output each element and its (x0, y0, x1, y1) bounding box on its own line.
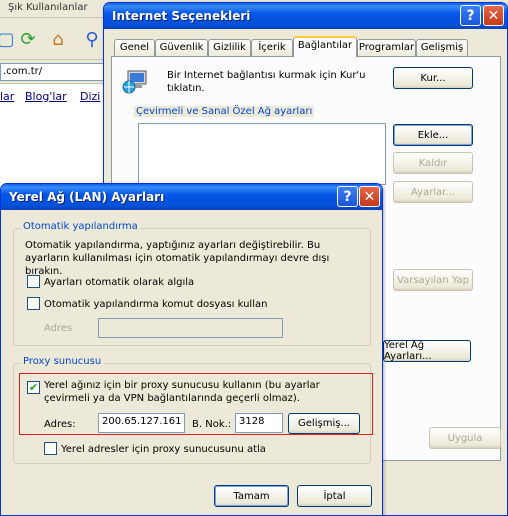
link-item[interactable]: lar (0, 90, 14, 103)
tab-general[interactable]: Genel (114, 39, 155, 57)
address-input[interactable]: .com.tr/ (0, 63, 104, 81)
tab-security[interactable]: Güvenlik (155, 39, 208, 57)
proxy-address-input[interactable]: 200.65.127.161 (98, 413, 185, 433)
help-icon[interactable]: ? (460, 5, 481, 26)
auto-config-description: Otomatik yapılandırma, yaptığınız ayarla… (25, 240, 330, 277)
script-address-input[interactable] (98, 318, 283, 338)
setup-button[interactable]: Kur... (393, 67, 473, 89)
computer-network-icon (122, 67, 150, 95)
cancel-button[interactable]: İptal (297, 485, 372, 507)
script-address-label: Adres (44, 323, 73, 334)
favorites-label[interactable]: Şık Kullanılanlar (8, 2, 88, 13)
use-proxy-label[interactable]: Yerel ağınız için bir proxy sunucusu kul… (44, 379, 364, 405)
auto-script-checkbox[interactable] (27, 297, 40, 310)
lan-settings-button[interactable]: Yerel Ağ Ayarları... (383, 340, 471, 362)
bypass-local-checkbox[interactable] (44, 442, 57, 455)
dialup-connections-list[interactable] (138, 123, 386, 185)
lan-titlebar: Yerel Ağ (LAN) Ayarları (1, 184, 382, 210)
ok-button[interactable]: Tamam (214, 485, 289, 507)
tab-programs[interactable]: Programlar (357, 39, 416, 57)
settings-button[interactable]: Ayarlar... (393, 181, 473, 203)
options-titlebar: Internet Seçenekleri (104, 3, 507, 29)
close-icon[interactable]: ✕ (483, 5, 504, 26)
proxy-address-label: Adres: (44, 419, 76, 430)
lan-settings-dialog: Yerel Ağ (LAN) Ayarları ? ✕ Otomatik yap… (0, 183, 383, 516)
add-button[interactable]: Ekle... (393, 124, 473, 146)
link-item[interactable]: Dizi (80, 90, 100, 103)
refresh-icon[interactable]: ⟳ (14, 25, 42, 53)
auto-detect-label[interactable]: Ayarları otomatik olarak algıla (44, 276, 194, 289)
close-icon[interactable]: ✕ (359, 186, 380, 207)
bypass-local-label[interactable]: Yerel adresler için proxy sunucusunu atl… (61, 443, 266, 456)
auto-script-label[interactable]: Otomatik yapılandırma komut dosyası kull… (44, 298, 267, 311)
auto-config-group-label: Otomatik yapılandırma (21, 221, 140, 232)
auto-detect-checkbox[interactable] (27, 275, 40, 288)
proxy-port-label: B. Nok.: (192, 419, 232, 430)
tab-privacy[interactable]: Gizlilik (208, 39, 251, 57)
use-proxy-checkbox[interactable]: ✔ (27, 381, 40, 394)
dialup-group-label: Çevirmeli ve Sanal Özel Ağ ayarları (134, 106, 315, 117)
tab-content[interactable]: İçerik (251, 39, 293, 57)
tab-connections[interactable]: Bağlantılar (293, 36, 357, 57)
tab-advanced[interactable]: Gelişmiş (416, 39, 468, 57)
search-icon[interactable]: ⚲ (78, 25, 106, 53)
options-title: Internet Seçenekleri (112, 9, 251, 23)
proxy-port-input[interactable]: 3128 (235, 413, 283, 433)
link-item[interactable]: Blog'lar (25, 90, 67, 103)
remove-button[interactable]: Kaldır (393, 152, 473, 174)
proxy-group-label: Proxy sunucusu (21, 356, 104, 367)
setup-description: Bir Internet bağlantısı kurmak için Kur'… (167, 70, 366, 94)
apply-button[interactable]: Uygula (429, 427, 501, 449)
set-default-button[interactable]: Varsayılan Yap (393, 269, 473, 291)
lan-title: Yerel Ağ (LAN) Ayarları (9, 190, 165, 204)
help-icon[interactable]: ? (337, 186, 358, 207)
advanced-button[interactable]: Gelişmiş... (288, 413, 360, 434)
home-icon[interactable]: ⌂ (44, 25, 72, 53)
